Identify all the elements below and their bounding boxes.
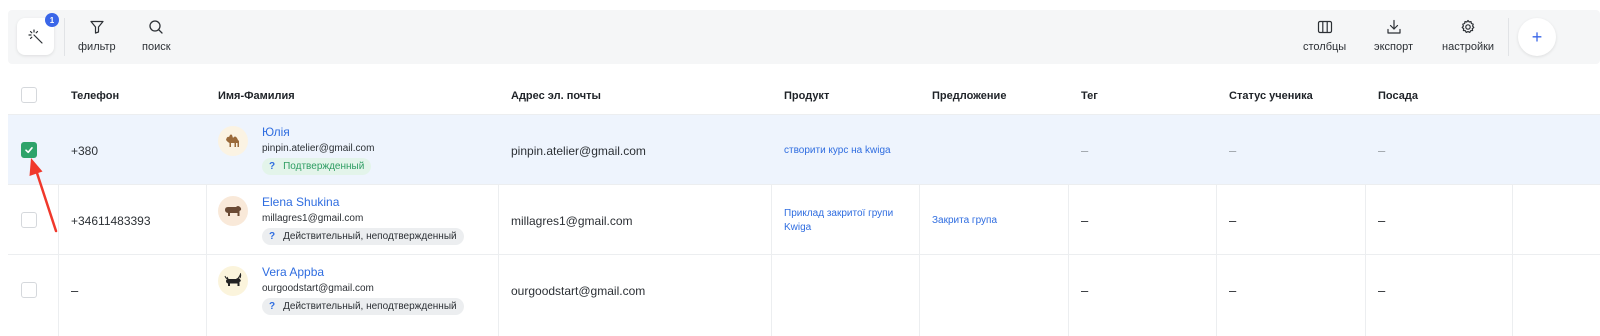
student-email-small: pinpin.atelier@gmail.com [262,143,375,154]
settings-button[interactable]: настройки [1442,19,1494,53]
status-badge: ? Действительный, неподтвержденный [262,298,464,315]
position-cell: – [1378,143,1386,158]
add-button[interactable]: + [1518,18,1556,56]
student-status-cell: – [1229,283,1237,298]
tag-cell: – [1081,213,1089,228]
filter-label: фильтр [78,41,116,53]
camel-avatar-icon [218,126,248,156]
columns-label: столбцы [1303,41,1347,53]
row-checkbox[interactable] [21,212,37,228]
gear-icon [1461,19,1475,33]
phone-cell: +380 [71,144,99,158]
download-icon [1386,19,1401,34]
header-tag[interactable]: Тег [1081,90,1098,102]
header-position[interactable]: Посада [1378,90,1418,102]
header-name[interactable]: Имя-Фамилия [218,90,295,102]
toolbar: 1 фильтр поиск столбцы экспорт настройки… [8,10,1600,64]
student-status-cell: – [1229,213,1237,228]
status-badge: ? Действительный, неподтвержденный [262,228,464,245]
table-row[interactable]: +380 Юлія pinpin.atelier@gmail.com ? Под… [8,114,1600,184]
export-label: экспорт [1374,41,1414,53]
phone-cell: +34611483393 [71,214,151,228]
status-badge-label: Действительный, неподтвержденный [283,231,457,242]
tag-cell: – [1081,143,1089,158]
phone-cell: – [71,283,79,298]
magic-button[interactable]: 1 [17,13,59,55]
filter-icon [90,20,104,34]
magic-badge: 1 [45,13,59,27]
columns-button[interactable]: столбцы [1303,19,1346,53]
header-email[interactable]: Адрес эл. почты [511,90,601,102]
search-button[interactable]: поиск [142,19,171,53]
settings-label: настройки [1442,41,1495,53]
question-icon: ? [269,231,276,242]
row-checkbox[interactable] [21,142,37,158]
email-cell: millagres1@gmail.com [511,214,633,228]
student-name-link[interactable]: Vera Appba [262,265,324,279]
tag-cell: – [1081,283,1089,298]
question-icon: ? [269,161,276,172]
student-name-link[interactable]: Юлія [262,125,290,139]
status-badge-label: Действительный, неподтвержденный [283,301,457,312]
plus-icon: + [1531,26,1543,47]
search-icon [149,20,163,34]
toolbar-divider [1508,18,1509,56]
header-phone[interactable]: Телефон [71,90,119,102]
header-product[interactable]: Продукт [784,90,829,102]
table-row[interactable]: – Vera Appba ourgoodstart@gmail.com ? Де… [8,254,1600,336]
status-badge: ? Подтвержденный [262,158,372,175]
filter-button[interactable]: фильтр [78,19,116,53]
magic-wand-icon [27,28,43,44]
toolbar-divider [64,18,65,56]
export-button[interactable]: экспорт [1374,19,1413,53]
email-cell: ourgoodstart@gmail.com [511,284,646,298]
checkmark-icon [25,146,33,154]
header-offer[interactable]: Предложение [932,90,1006,102]
bear-avatar-icon [218,196,248,226]
email-cell: pinpin.atelier@gmail.com [511,144,646,158]
select-all-checkbox[interactable] [21,87,37,103]
question-icon: ? [269,301,276,312]
student-email-small: millagres1@gmail.com [262,213,364,224]
position-cell: – [1378,283,1386,298]
header-student-status[interactable]: Статус ученика [1229,90,1313,102]
student-email-small: ourgoodstart@gmail.com [262,283,374,294]
position-cell: – [1378,213,1386,228]
bull-avatar-icon [218,266,248,296]
row-checkbox[interactable] [21,282,37,298]
product-link-line2[interactable]: Kwiga [784,221,811,235]
search-label: поиск [142,41,171,53]
product-link[interactable]: створити курс на kwiga [784,144,891,158]
offer-link[interactable]: Закрита група [932,214,997,228]
student-status-cell: – [1229,143,1237,158]
columns-icon [1317,20,1332,34]
product-link[interactable]: Приклад закритої групи [784,207,893,221]
table-header: Телефон Имя-Фамилия Адрес эл. почты Прод… [0,74,1600,116]
table-row[interactable]: +34611483393 Elena Shukina millagres1@gm… [8,184,1600,254]
status-badge-label: Подтвержденный [283,161,365,172]
student-name-link[interactable]: Elena Shukina [262,195,339,209]
